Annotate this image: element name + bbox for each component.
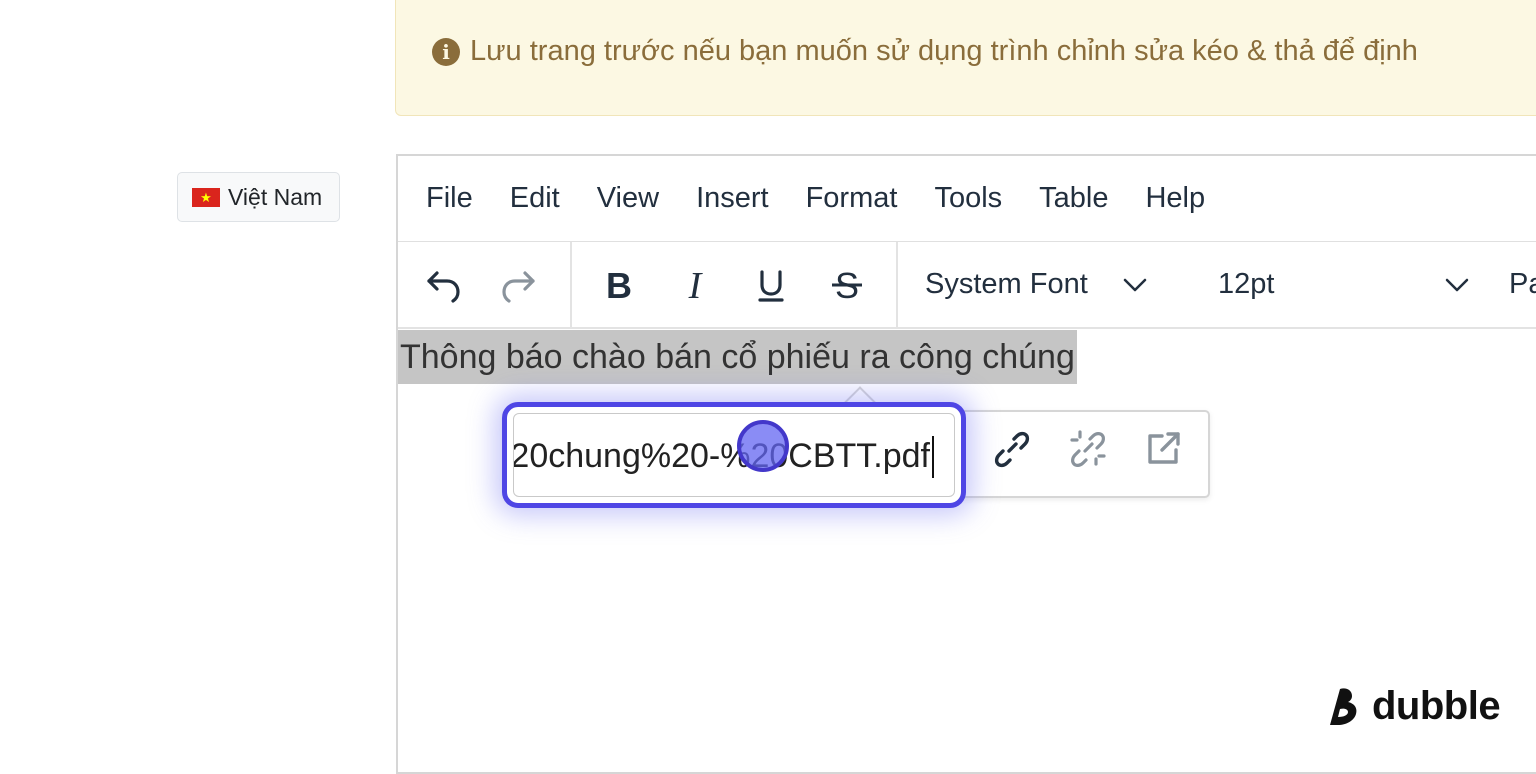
language-label: Việt Nam <box>228 183 323 210</box>
menu-format[interactable]: Format <box>806 182 898 215</box>
underline-button[interactable] <box>742 256 800 314</box>
underline-icon <box>758 269 784 302</box>
editor-toolbar: B I S System Font 12pt P <box>398 242 1536 329</box>
selected-link-text[interactable]: Thông báo chào bán cổ phiếu ra công chún… <box>398 330 1077 384</box>
font-family-select[interactable]: System Font <box>925 242 1148 327</box>
info-alert: i Lưu trang trước nếu bạn muốn sử dụng t… <box>395 0 1536 116</box>
redo-button[interactable] <box>490 256 548 314</box>
font-family-value: System Font <box>925 268 1088 300</box>
strikethrough-button[interactable]: S <box>818 256 876 314</box>
menu-tools[interactable]: Tools <box>934 182 1002 215</box>
svg-text:B: B <box>606 265 632 305</box>
url-input-value: 20chung%20-%20CBTT.pdf <box>513 437 930 475</box>
strikethrough-icon: S <box>832 265 862 305</box>
undo-icon <box>427 270 460 303</box>
font-size-select[interactable]: 12pt <box>1218 242 1470 327</box>
toolbar-divider <box>570 242 572 327</box>
link-button[interactable] <box>986 422 1038 474</box>
text-caret <box>932 436 934 478</box>
bold-icon: B <box>606 265 632 305</box>
rich-text-editor: File Edit View Insert Format Tools Table… <box>396 154 1536 774</box>
undo-button[interactable] <box>414 256 472 314</box>
italic-button[interactable]: I <box>666 256 724 314</box>
unlink-icon <box>1070 430 1106 467</box>
toolbar-divider <box>896 242 898 327</box>
open-link-icon <box>1148 432 1180 464</box>
redo-icon <box>502 270 535 303</box>
bold-button[interactable]: B <box>590 256 648 314</box>
paragraph-value: Pa <box>1509 268 1536 300</box>
chevron-down-icon <box>1446 278 1469 291</box>
chevron-down-icon <box>1123 278 1147 291</box>
url-input[interactable]: 20chung%20-%20CBTT.pdf <box>502 402 966 508</box>
dubble-logo-icon <box>1330 687 1357 725</box>
url-input-box[interactable]: 20chung%20-%20CBTT.pdf <box>513 413 955 497</box>
menu-edit[interactable]: Edit <box>510 182 560 215</box>
dubble-watermark: dubble <box>1326 684 1501 729</box>
format-group: B I S <box>590 242 894 327</box>
menu-view[interactable]: View <box>597 182 659 215</box>
alert-text: Lưu trang trước nếu bạn muốn sử dụng trì… <box>470 35 1418 67</box>
open-link-button[interactable] <box>1138 422 1190 474</box>
vietnam-flag-icon: ★ <box>192 187 220 207</box>
menu-file[interactable]: File <box>426 182 473 215</box>
menu-insert[interactable]: Insert <box>696 182 769 215</box>
info-circle-icon: i <box>432 37 460 66</box>
link-icon <box>994 431 1030 468</box>
editor-menubar: File Edit View Insert Format Tools Table… <box>398 156 1536 242</box>
click-indicator <box>737 420 789 472</box>
history-group <box>414 242 566 327</box>
menu-table[interactable]: Table <box>1039 182 1108 215</box>
font-size-value: 12pt <box>1218 268 1275 300</box>
language-button[interactable]: ★ Việt Nam <box>177 172 340 222</box>
paragraph-select[interactable]: Pa <box>1509 242 1536 327</box>
unlink-button[interactable] <box>1062 422 1114 474</box>
svg-text:I: I <box>688 265 704 305</box>
italic-icon: I <box>688 265 704 305</box>
menu-help[interactable]: Help <box>1145 182 1205 215</box>
watermark-text: dubble <box>1372 684 1501 728</box>
